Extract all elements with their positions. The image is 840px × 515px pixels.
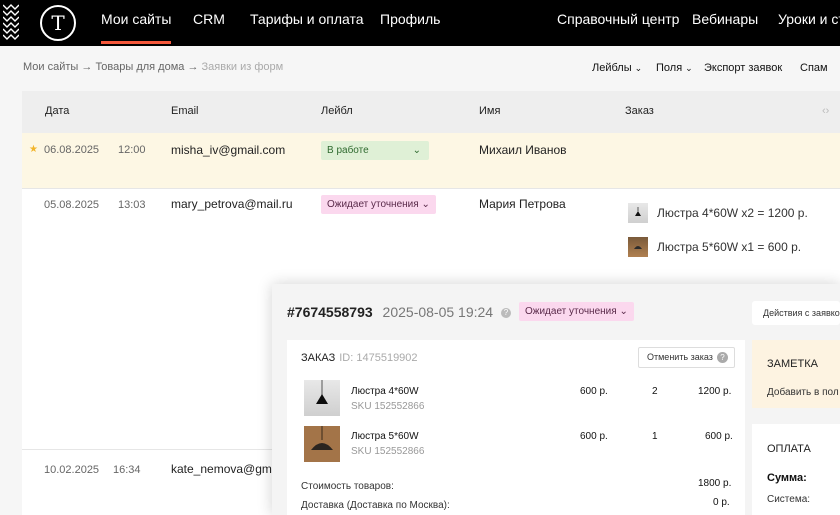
table-row[interactable]: ★ 06.08.2025 12:00 misha_iv@gmail.com В … xyxy=(22,133,840,188)
cancel-order-label: Отменить заказ xyxy=(647,352,713,362)
fields-dropdown[interactable]: Поля ⌄ xyxy=(656,62,693,74)
product-total: 600 р. xyxy=(705,431,733,442)
row-name: Михаил Иванов xyxy=(479,143,567,157)
row-date: 06.08.2025 xyxy=(44,144,100,156)
chevron-down-icon: ⌄ xyxy=(412,145,421,156)
product-price: 600 р. xyxy=(580,431,608,442)
order-line: Люстра 4*60W x2 = 1200 р. xyxy=(657,206,808,220)
row-email: kate_nemova@gmai xyxy=(171,462,282,476)
nav-item-help-center[interactable]: Справочный центр xyxy=(557,0,679,46)
nav-item-my-sites[interactable]: Мои сайты xyxy=(101,0,172,46)
fields-dropdown-label: Поля xyxy=(656,62,683,74)
product-sku: SKU 152552866 xyxy=(351,446,425,457)
subtotal-label: Стоимость товаров: xyxy=(301,481,394,492)
status-badge[interactable]: Ожидает уточнения ⌄ xyxy=(519,302,634,321)
column-header-date[interactable]: Дата xyxy=(45,105,69,117)
top-navigation: T Мои сайты CRM Тарифы и оплата Профиль … xyxy=(0,0,840,46)
breadcrumb-my-sites[interactable]: Мои сайты xyxy=(23,61,78,73)
order-card: ЗАКАЗ ID: 1475519902 Отменить заказ? Люст… xyxy=(287,340,745,515)
star-icon[interactable]: ★ xyxy=(29,144,38,155)
export-requests-button[interactable]: Экспорт заявок xyxy=(704,62,782,74)
add-note-link[interactable]: Добавить в пол xyxy=(767,387,839,398)
nav-item-lessons[interactable]: Уроки и ст xyxy=(778,0,840,46)
row-time: 12:00 xyxy=(118,144,146,156)
order-datetime: 2025-08-05 19:24 xyxy=(382,304,494,320)
order-header: #7674558793 2025-08-05 19:24 ? xyxy=(287,304,511,320)
label-badge-text: Ожидает уточнения xyxy=(327,199,419,210)
delivery-value: 0 р. xyxy=(713,497,730,508)
product-sku: SKU 152552866 xyxy=(351,401,425,412)
chevron-down-icon: ⌄ xyxy=(421,199,430,210)
product-image xyxy=(304,426,340,462)
payment-system-label: Система: xyxy=(767,494,811,505)
payment-card: ОПЛАТА Сумма: Система: xyxy=(752,424,840,515)
row-name: Мария Петрова xyxy=(479,197,566,211)
note-card: ЗАМЕТКА Добавить в пол xyxy=(752,340,840,408)
row-date: 10.02.2025 xyxy=(44,464,100,476)
info-icon[interactable]: ? xyxy=(500,308,511,318)
subtotal-value: 1800 р. xyxy=(698,478,732,489)
order-card-title: ЗАКАЗ ID: 1475519902 xyxy=(301,352,418,364)
nav-item-crm[interactable]: CRM xyxy=(193,0,225,46)
product-name: Люстра 5*60W xyxy=(351,431,419,442)
product-image xyxy=(304,380,340,416)
product-thumbnail xyxy=(628,237,648,257)
column-header-order[interactable]: Заказ xyxy=(625,105,654,117)
help-icon[interactable]: ? xyxy=(716,352,728,363)
spam-button[interactable]: Спам xyxy=(800,62,828,74)
column-header-name[interactable]: Имя xyxy=(479,105,500,117)
breadcrumb-separator: → xyxy=(81,61,93,73)
row-email: misha_iv@gmail.com xyxy=(171,143,286,157)
labels-dropdown-label: Лейблы xyxy=(592,62,632,74)
payment-title: ОПЛАТА xyxy=(767,443,811,455)
row-email: mary_petrova@mail.ru xyxy=(171,197,293,211)
status-badge-text: Ожидает уточнения xyxy=(525,306,617,317)
breadcrumb-separator: → xyxy=(187,61,199,73)
column-resize-icon[interactable]: ‹› xyxy=(822,105,829,117)
row-time: 16:34 xyxy=(113,464,141,476)
column-header-label[interactable]: Лейбл xyxy=(321,105,353,117)
product-qty: 1 xyxy=(652,431,658,442)
tilda-logo[interactable]: T xyxy=(40,5,76,41)
label-badge[interactable]: Ожидает уточнения ⌄ xyxy=(321,195,436,214)
label-badge[interactable]: В работе ⌄ xyxy=(321,141,429,160)
product-name: Люстра 4*60W xyxy=(351,386,419,397)
nav-item-profile[interactable]: Профиль xyxy=(380,0,440,46)
chevron-down-icon: ⌄ xyxy=(619,306,628,317)
request-actions-button[interactable]: Действия с заявкой xyxy=(752,301,840,325)
breadcrumb: Мои сайты → Товары для дома → Заявки из … xyxy=(23,61,283,73)
product-thumbnail xyxy=(628,203,648,223)
zigzag-pattern-icon xyxy=(3,4,19,40)
row-date: 05.08.2025 xyxy=(44,199,100,211)
column-header-email[interactable]: Email xyxy=(171,105,199,117)
note-title: ЗАМЕТКА xyxy=(767,358,818,370)
row-time: 13:03 xyxy=(118,199,146,211)
order-number: #7674558793 xyxy=(287,304,373,320)
breadcrumb-home-goods[interactable]: Товары для дома xyxy=(95,61,184,73)
product-qty: 2 xyxy=(652,386,658,397)
delivery-label: Доставка (Доставка по Москва): xyxy=(301,500,450,511)
chevron-down-icon: ⌄ xyxy=(685,63,693,73)
nav-item-pricing[interactable]: Тарифы и оплата xyxy=(250,0,364,46)
order-id: ID: 1475519902 xyxy=(339,352,418,364)
product-price: 600 р. xyxy=(580,386,608,397)
label-badge-text: В работе xyxy=(327,145,369,156)
payment-sum-label: Сумма: xyxy=(767,472,807,484)
product-total: 1200 р. xyxy=(698,386,732,397)
order-line: Люстра 5*60W x1 = 600 р. xyxy=(657,240,802,254)
chevron-down-icon: ⌄ xyxy=(634,63,643,73)
labels-dropdown[interactable]: Лейблы ⌄ xyxy=(592,62,642,74)
order-detail-panel: #7674558793 2025-08-05 19:24 ? Ожидает у… xyxy=(272,284,840,515)
cancel-order-button[interactable]: Отменить заказ? xyxy=(638,347,735,368)
nav-item-webinars[interactable]: Вебинары xyxy=(692,0,758,46)
order-card-heading: ЗАКАЗ xyxy=(301,352,336,364)
breadcrumb-form-requests: Заявки из форм xyxy=(201,61,284,73)
table-header: Дата Email Лейбл Имя Заказ ‹› xyxy=(22,91,840,133)
